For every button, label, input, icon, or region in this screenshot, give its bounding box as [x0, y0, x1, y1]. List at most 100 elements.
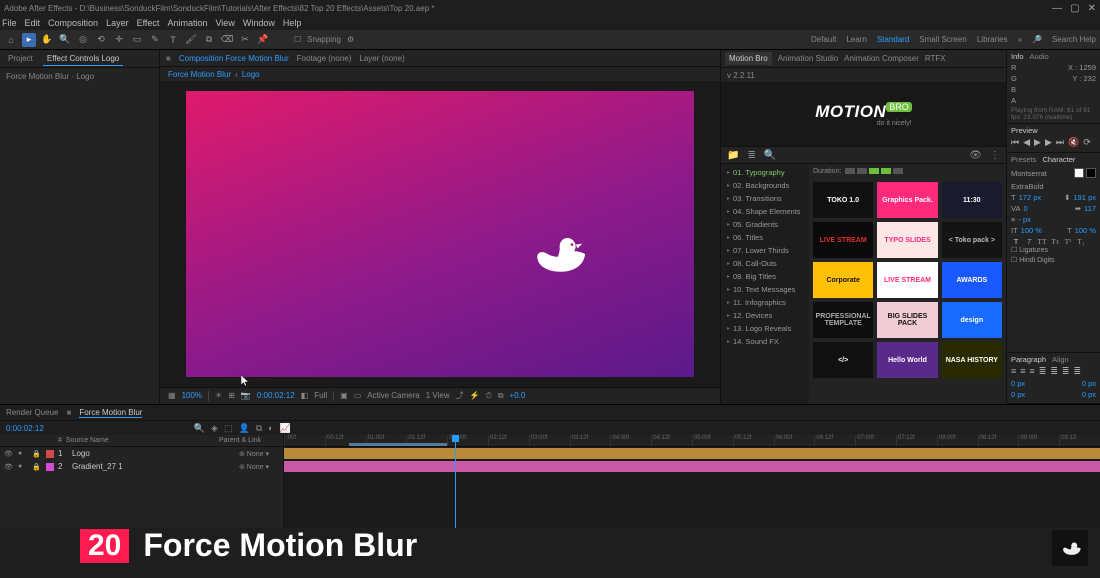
transparency-icon[interactable]: ▣	[340, 391, 348, 400]
category-item[interactable]: 03. Transitions	[721, 192, 809, 205]
mask-toggle-icon[interactable]: ▦	[168, 391, 176, 400]
frame-blend-icon[interactable]: ⧉	[256, 423, 262, 434]
roto-tool[interactable]: ✂	[238, 33, 252, 47]
style-select[interactable]: ExtraBold	[1011, 182, 1044, 191]
search-icon[interactable]: 🔎	[1032, 35, 1042, 44]
exposure-icon[interactable]: ☀	[215, 391, 222, 400]
graph-editor-icon[interactable]: 📈	[280, 423, 291, 434]
camera-select[interactable]: Active Camera	[367, 391, 419, 400]
tab-render-queue[interactable]: Render Queue	[6, 408, 58, 417]
share-icon[interactable]: ⤴	[456, 390, 464, 401]
timeline-layer[interactable]: 👁●🔒1Logo⊚ None ▾	[0, 447, 283, 460]
ligatures-checkbox[interactable]: ☐ Ligatures	[1011, 246, 1096, 254]
category-item[interactable]: 01. Typography	[721, 166, 809, 179]
tab-info[interactable]: Info	[1011, 52, 1024, 61]
shy-icon[interactable]: 👤	[238, 423, 249, 434]
category-item[interactable]: 12. Devices	[721, 309, 809, 322]
align-right-button[interactable]: ≡	[1030, 366, 1035, 377]
preset-thumb[interactable]: NASA HISTORY	[942, 342, 1002, 378]
work-area-bar[interactable]	[349, 443, 447, 446]
rotate-tool[interactable]: ⟲	[94, 33, 108, 47]
category-item[interactable]: 07. Lower Thirds	[721, 244, 809, 257]
preset-thumb[interactable]: LIVE STREAM	[877, 262, 937, 298]
menu-composition[interactable]: Composition	[48, 18, 98, 28]
take-snapshot-icon[interactable]: 📷	[241, 391, 251, 400]
tab-comp[interactable]: Composition Force Motion Blur	[179, 54, 289, 63]
timeline-icon[interactable]: ⏱	[486, 391, 492, 401]
preset-thumb[interactable]: AWARDS	[942, 262, 1002, 298]
maximize-button[interactable]: ▢	[1070, 3, 1079, 14]
minimize-button[interactable]: —	[1052, 3, 1062, 14]
bc-leaf[interactable]: Logo	[242, 70, 260, 79]
menu-edit[interactable]: Edit	[25, 18, 41, 28]
prev-frame-button[interactable]: ◀	[1023, 137, 1030, 148]
tab-audio[interactable]: Audio	[1030, 52, 1049, 61]
justify-right-button[interactable]: ≣	[1062, 366, 1070, 377]
puppet-tool[interactable]: 📌	[256, 33, 270, 47]
subscript-button[interactable]: T₁	[1076, 237, 1086, 246]
category-item[interactable]: 11. Infographics	[721, 296, 809, 309]
tab-project[interactable]: Project	[4, 52, 37, 65]
region-icon[interactable]: ▭	[354, 391, 362, 400]
preset-thumb[interactable]: LIVE STREAM	[813, 222, 873, 258]
preset-thumb[interactable]: 11:30	[942, 182, 1002, 218]
space-before[interactable]: 0 px	[1011, 390, 1025, 399]
ws-default[interactable]: Default	[811, 35, 836, 44]
category-item[interactable]: 09. Big Titles	[721, 270, 809, 283]
stroke-width[interactable]: - px	[1018, 215, 1031, 224]
layers-icon[interactable]: ≣	[747, 150, 755, 161]
orbit-tool[interactable]: ◎	[76, 33, 90, 47]
tab-motionbro[interactable]: Motion Bro	[725, 52, 772, 65]
bold-button[interactable]: T	[1011, 237, 1021, 246]
loop-button[interactable]: ⟳	[1083, 137, 1091, 148]
superscript-button[interactable]: T¹	[1063, 237, 1073, 246]
smallcaps-button[interactable]: Tᴛ	[1050, 237, 1060, 246]
flowchart-icon[interactable]: ⧉	[498, 391, 504, 401]
draft3d-icon[interactable]: ⬚	[224, 423, 233, 434]
preset-thumb[interactable]: Graphics Pack.	[877, 182, 937, 218]
text-tool[interactable]: T	[166, 33, 180, 47]
current-time-display[interactable]: 0:00:02:12	[6, 424, 44, 433]
align-center-button[interactable]: ≡	[1020, 366, 1025, 377]
tab-animcomposer[interactable]: Animation Composer	[844, 54, 919, 63]
tab-layer[interactable]: Layer (none)	[359, 54, 404, 63]
fast-preview-icon[interactable]: ⚡	[470, 391, 480, 400]
eraser-tool[interactable]: ⌫	[220, 33, 234, 47]
preset-thumb[interactable]: PROFESSIONAL TEMPLATE	[813, 302, 873, 338]
view-select[interactable]: 1 View	[426, 391, 450, 400]
play-button[interactable]: ▶	[1034, 137, 1041, 148]
ws-small[interactable]: Small Screen	[919, 35, 967, 44]
tab-align[interactable]: Align	[1052, 355, 1069, 364]
menu-window[interactable]: Window	[243, 18, 275, 28]
menu-file[interactable]: File	[2, 18, 17, 28]
allcaps-button[interactable]: TT	[1037, 237, 1047, 246]
rect-tool[interactable]: ▭	[130, 33, 144, 47]
viewport[interactable]	[160, 81, 720, 387]
channels-icon[interactable]: ◧	[301, 391, 309, 400]
tab-character[interactable]: Character	[1042, 155, 1075, 164]
preset-thumb[interactable]: design	[942, 302, 1002, 338]
ws-overflow-icon[interactable]: »	[1018, 35, 1022, 44]
indent-right[interactable]: 0 px	[1082, 379, 1096, 388]
hand-tool[interactable]: ✋	[40, 33, 54, 47]
tab-effect-controls[interactable]: Effect Controls Logo	[43, 52, 123, 66]
more-icon[interactable]: ⋮	[990, 150, 1000, 161]
anchor-tool[interactable]: ✛	[112, 33, 126, 47]
menu-help[interactable]: Help	[283, 18, 302, 28]
snap-opt-icon[interactable]: ⚙	[347, 35, 354, 44]
exposure-value[interactable]: +0.0	[510, 391, 526, 400]
eye-icon[interactable]: 👁	[969, 150, 982, 161]
tab-rtfx[interactable]: RTFX	[925, 54, 946, 63]
last-frame-button[interactable]: ⏭	[1056, 137, 1064, 148]
category-item[interactable]: 10. Text Messages	[721, 283, 809, 296]
next-frame-button[interactable]: ▶	[1045, 137, 1052, 148]
first-frame-button[interactable]: ⏮	[1011, 137, 1019, 148]
category-item[interactable]: 08. Call-Outs	[721, 257, 809, 270]
tab-preview[interactable]: Preview	[1011, 126, 1038, 135]
folder-icon[interactable]: 📁	[727, 150, 739, 161]
preset-thumb[interactable]: Corporate	[813, 262, 873, 298]
snap-checkbox[interactable]: ☐	[294, 35, 301, 44]
menu-view[interactable]: View	[215, 18, 234, 28]
hscale[interactable]: 100 %	[1075, 226, 1096, 235]
indent-left[interactable]: 0 px	[1011, 379, 1025, 388]
